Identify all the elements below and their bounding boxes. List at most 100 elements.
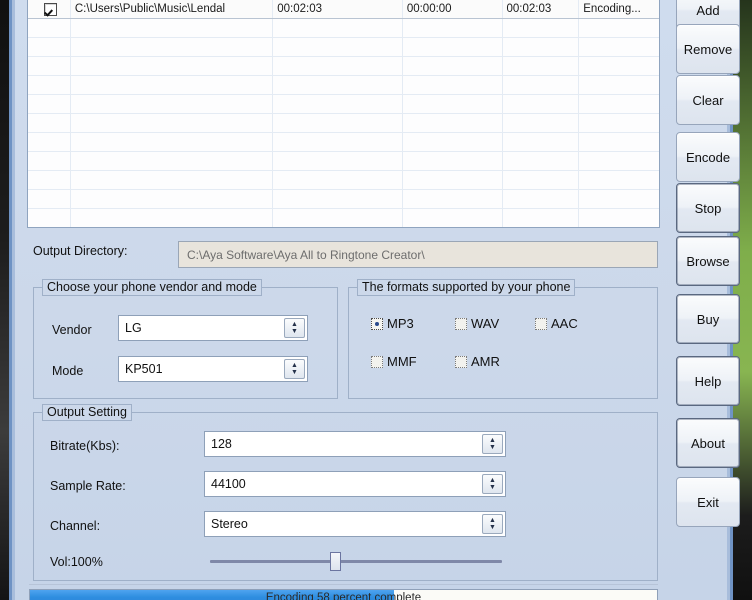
- cell-empty: [503, 114, 580, 132]
- bitrate-select-spinner-icon[interactable]: ▲ ▼: [482, 434, 503, 454]
- button-label: Stop: [694, 200, 722, 216]
- cell-start: 00:00:00: [403, 0, 503, 18]
- table-row-empty[interactable]: [28, 57, 659, 76]
- cell-duration: 00:02:03: [273, 0, 403, 18]
- format-option-mmf[interactable]: MMF: [371, 354, 417, 369]
- stop-button[interactable]: Stop: [676, 183, 740, 233]
- table-row-empty[interactable]: [28, 171, 659, 190]
- radio-unchecked-icon[interactable]: [535, 317, 547, 330]
- cell-empty: [273, 38, 403, 56]
- channel-select-value: Stereo: [211, 517, 248, 531]
- cell-empty: [71, 57, 274, 75]
- radio-unchecked-icon[interactable]: [371, 355, 383, 368]
- sample-rate-select[interactable]: 44100 ▲ ▼: [204, 471, 506, 497]
- channel-select-spinner-icon[interactable]: ▲ ▼: [482, 514, 503, 534]
- chevron-up-icon: ▲: [291, 321, 298, 328]
- volume-label: Vol:100%: [50, 555, 103, 569]
- cell-empty: [579, 76, 659, 94]
- mode-select[interactable]: KP501 ▲ ▼: [118, 356, 308, 382]
- cell-empty: [579, 38, 659, 56]
- cell-empty: [28, 114, 71, 132]
- cell-file-path: C:\Users\Public\Music\Lendal: [71, 0, 274, 18]
- cell-empty: [28, 209, 71, 227]
- remove-button[interactable]: Remove: [676, 24, 740, 74]
- button-label: Encode: [685, 149, 731, 165]
- volume-slider-thumb[interactable]: [329, 552, 341, 571]
- vendor-label: Vendor: [52, 323, 92, 337]
- table-row-empty[interactable]: [28, 209, 659, 227]
- cell-empty: [579, 152, 659, 170]
- radio-unchecked-icon[interactable]: [455, 355, 467, 368]
- cell-empty: [503, 95, 580, 113]
- cell-empty: [28, 152, 71, 170]
- sample-rate-select-spinner-icon[interactable]: ▲ ▼: [482, 474, 503, 494]
- chevron-up-icon: ▲: [291, 362, 298, 369]
- radio-checked-icon[interactable]: [371, 317, 383, 330]
- cell-empty: [503, 38, 580, 56]
- action-button-column: Add Remove Clear Encode Stop Browse Buy Help Abo…: [673, 0, 740, 600]
- cell-empty: [503, 190, 580, 208]
- row-checkbox-cell[interactable]: [28, 0, 71, 18]
- cell-empty: [503, 57, 580, 75]
- cell-end: 00:02:03: [503, 0, 580, 18]
- cell-empty: [71, 190, 274, 208]
- sample-rate-select-value: 44100: [211, 477, 246, 491]
- button-label: Clear: [692, 92, 724, 108]
- cell-empty: [579, 95, 659, 113]
- button-label: Buy: [696, 311, 720, 327]
- radio-unchecked-icon[interactable]: [455, 317, 467, 330]
- checkbox-icon[interactable]: [44, 2, 58, 16]
- channel-label: Channel:: [50, 519, 101, 533]
- cell-empty: [503, 133, 580, 151]
- table-row-empty[interactable]: [28, 95, 659, 114]
- screen: C:\Users\Public\Music\Lendal 00:02:03 00:0…: [0, 0, 752, 600]
- table-row-empty[interactable]: [28, 114, 659, 133]
- mode-select-value: KP501: [125, 362, 163, 376]
- channel-select[interactable]: Stereo ▲ ▼: [204, 511, 506, 537]
- vendor-select-spinner-icon[interactable]: ▲ ▼: [284, 318, 305, 338]
- table-row-empty[interactable]: [28, 19, 659, 38]
- cell-empty: [403, 152, 503, 170]
- vendor-select-value: LG: [125, 321, 142, 335]
- cell-empty: [28, 95, 71, 113]
- table-row-empty[interactable]: [28, 190, 659, 209]
- mode-select-spinner-icon[interactable]: ▲ ▼: [284, 359, 305, 379]
- cell-empty: [28, 57, 71, 75]
- cell-empty: [579, 114, 659, 132]
- bitrate-select[interactable]: 128 ▲ ▼: [204, 431, 506, 457]
- format-option-amr[interactable]: AMR: [455, 354, 500, 369]
- cell-empty: [503, 76, 580, 94]
- vendor-group-title: Choose your phone vendor and mode: [42, 279, 262, 296]
- format-option-mp3[interactable]: MP3: [371, 316, 414, 331]
- cell-empty: [273, 190, 403, 208]
- cell-empty: [579, 57, 659, 75]
- about-button[interactable]: About: [676, 418, 740, 468]
- clear-button[interactable]: Clear: [676, 75, 740, 125]
- table-row-empty[interactable]: [28, 76, 659, 95]
- table-row-empty[interactable]: [28, 152, 659, 171]
- cell-empty: [71, 19, 274, 37]
- encode-button[interactable]: Encode: [676, 132, 740, 182]
- cell-empty: [273, 114, 403, 132]
- button-label: Browse: [686, 253, 730, 269]
- cell-empty: [28, 19, 71, 37]
- chevron-down-icon: ▼: [489, 484, 496, 491]
- progress-text: Encoding 58 percent complete: [265, 592, 422, 600]
- volume-slider-track[interactable]: [210, 560, 502, 563]
- button-label: About: [691, 435, 725, 451]
- help-button[interactable]: Help: [676, 356, 740, 406]
- vendor-select[interactable]: LG ▲ ▼: [118, 315, 308, 341]
- format-option-wav[interactable]: WAV: [455, 316, 499, 331]
- format-option-label: MMF: [387, 354, 417, 369]
- exit-button[interactable]: Exit: [676, 477, 740, 527]
- table-row-empty[interactable]: [28, 133, 659, 152]
- cell-empty: [579, 190, 659, 208]
- table-row[interactable]: C:\Users\Public\Music\Lendal 00:02:03 00:0…: [28, 0, 659, 19]
- browse-button[interactable]: Browse: [676, 236, 740, 286]
- cell-empty: [503, 152, 580, 170]
- format-option-aac[interactable]: AAC: [535, 316, 578, 331]
- output-directory-field[interactable]: C:\Aya Software\Aya All to Ringtone Crea…: [178, 241, 658, 268]
- table-row-empty[interactable]: [28, 38, 659, 57]
- buy-button[interactable]: Buy: [676, 294, 740, 344]
- file-list[interactable]: C:\Users\Public\Music\Lendal 00:02:03 00:0…: [27, 0, 660, 228]
